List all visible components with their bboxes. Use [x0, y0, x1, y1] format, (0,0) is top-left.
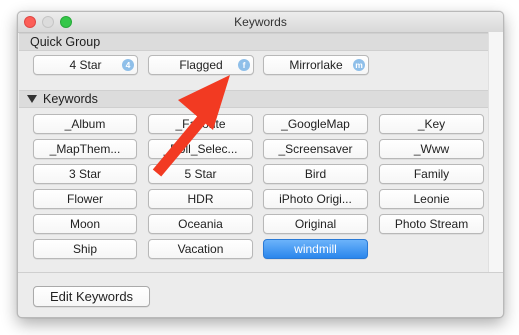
keyword-label: 5 Star: [184, 167, 217, 181]
keyword-label: _Favorite: [175, 117, 226, 131]
title-bar: Keywords: [18, 12, 503, 33]
disclosure-triangle-icon[interactable]: [27, 95, 37, 103]
keyword-button[interactable]: Photo Stream: [379, 214, 484, 234]
keyword-label: _Www: [413, 142, 450, 156]
keyword-label: Bird: [304, 167, 327, 181]
keyword-label: iPhoto Origi...: [279, 192, 352, 206]
keyword-button[interactable]: _Roll_Selec...: [148, 139, 253, 159]
keyword-button[interactable]: 3 Star: [33, 164, 137, 184]
quick-group-header: Quick Group: [19, 33, 488, 51]
keyword-button[interactable]: _Album: [33, 114, 137, 134]
keyword-label: 3 Star: [68, 167, 101, 181]
keyword-label: _GoogleMap: [281, 117, 350, 131]
keyword-label: _Roll_Selec...: [163, 142, 238, 156]
keywords-window: Keywords Quick Group 4 Star 4 Flagged f …: [17, 11, 504, 318]
keyword-label: Photo Stream: [394, 217, 469, 231]
quick-group-header-label: Quick Group: [30, 35, 101, 49]
keyword-button-selected[interactable]: windmill: [263, 239, 368, 259]
keyword-button[interactable]: Ship: [33, 239, 137, 259]
keyword-button[interactable]: Leonie: [379, 189, 484, 209]
keyword-button[interactable]: Family: [379, 164, 484, 184]
keywords-section-header[interactable]: Keywords: [19, 90, 488, 108]
keyword-label: windmill: [294, 242, 337, 256]
keyword-button[interactable]: Oceania: [148, 214, 253, 234]
keyword-button[interactable]: Flower: [33, 189, 137, 209]
keyword-label: Flower: [66, 192, 103, 206]
keyword-label: _Screensaver: [278, 142, 353, 156]
shortcut-badge: m: [353, 59, 365, 71]
keyword-button[interactable]: Moon: [33, 214, 137, 234]
quick-group-label: Flagged: [179, 58, 223, 72]
keyword-label: _Album: [64, 117, 106, 131]
keyword-button[interactable]: Original: [263, 214, 368, 234]
quick-group-button-mirrorlake[interactable]: Mirrorlake m: [263, 55, 369, 75]
keyword-button[interactable]: Vacation: [148, 239, 253, 259]
quick-group-button-4-star[interactable]: 4 Star 4: [33, 55, 138, 75]
shortcut-badge: 4: [122, 59, 134, 71]
quick-group-button-flagged[interactable]: Flagged f: [148, 55, 254, 75]
keyword-label: Vacation: [177, 242, 224, 256]
keyword-label: Leonie: [413, 192, 450, 206]
quick-group-label: 4 Star: [69, 58, 102, 72]
keyword-button[interactable]: HDR: [148, 189, 253, 209]
shortcut-badge: f: [238, 59, 250, 71]
keyword-button[interactable]: 5 Star: [148, 164, 253, 184]
keyword-button[interactable]: _GoogleMap: [263, 114, 368, 134]
keyword-label: Ship: [72, 242, 98, 256]
keyword-button[interactable]: _Key: [379, 114, 484, 134]
keyword-button[interactable]: Bird: [263, 164, 368, 184]
keyword-button[interactable]: _Favorite: [148, 114, 253, 134]
keyword-label: Original: [294, 217, 337, 231]
keyword-label: Oceania: [178, 217, 223, 231]
keyword-label: Moon: [69, 217, 101, 231]
window-title: Keywords: [234, 15, 287, 29]
edit-keywords-button[interactable]: Edit Keywords: [33, 286, 150, 307]
keyword-button[interactable]: iPhoto Origi...: [263, 189, 368, 209]
bottom-bar: Edit Keywords: [18, 272, 503, 317]
keyword-label: _MapThem...: [49, 142, 121, 156]
quick-group-label: Mirrorlake: [289, 58, 343, 72]
keyword-label: HDR: [187, 192, 214, 206]
keyword-label: _Key: [417, 117, 446, 131]
keywords-header-label: Keywords: [43, 92, 98, 106]
keyword-button[interactable]: _MapThem...: [33, 139, 137, 159]
vertical-scrollbar[interactable]: [488, 32, 503, 272]
keyword-button[interactable]: _Screensaver: [263, 139, 368, 159]
keyword-button[interactable]: _Www: [379, 139, 484, 159]
keyword-label: Family: [413, 167, 450, 181]
